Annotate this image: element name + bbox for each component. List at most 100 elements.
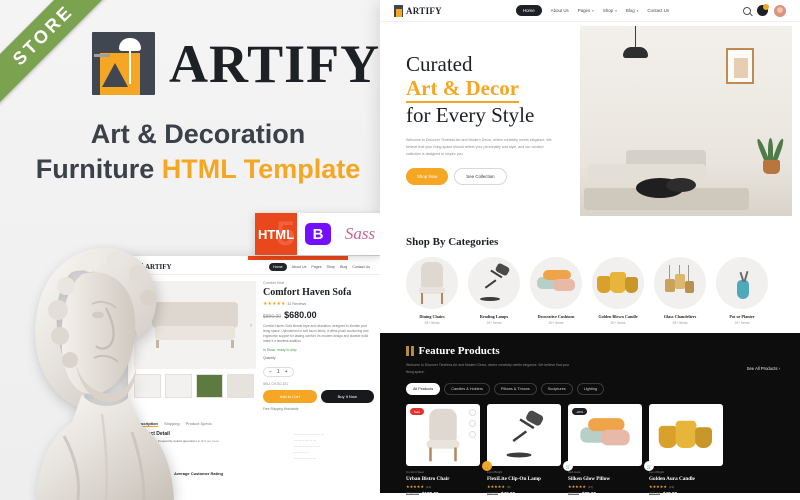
qty-increment-icon[interactable]: + — [285, 369, 288, 375]
stars: ★★★★★ — [487, 484, 505, 490]
thumbnail[interactable] — [196, 374, 223, 398]
product-rating: ★★★★★ (12) — [406, 484, 480, 489]
pendant-lamp-illustration — [623, 47, 648, 58]
product-title: FlexiLite Clip-On Lamp — [487, 476, 541, 483]
category-decorative-cushions[interactable]: Decorative Cushions 20+ Items — [530, 257, 582, 325]
feature-heading-row: Feature Products — [406, 345, 800, 357]
mockup-qty-stepper[interactable]: − 1 + — [263, 366, 294, 377]
product-card[interactable]: Sale Comfort Seat Urban Bistro Chair ★★★… — [406, 404, 480, 496]
nav-label: Contact Us — [647, 8, 670, 13]
product-rating: ★★★★★ (19) — [649, 484, 723, 489]
nav-item-about-us[interactable]: About Us — [551, 8, 569, 13]
cart-icon[interactable] — [757, 4, 769, 16]
product-price: $55.00 $39.00 — [568, 491, 642, 496]
product-quick-actions — [469, 409, 476, 439]
nav-item-pages[interactable]: Pages ▾ — [578, 8, 594, 13]
site-logo[interactable]: ARTIFY — [394, 4, 442, 17]
mockup-nav-about[interactable]: About Us — [292, 265, 307, 269]
hero-paragraph: Welcome to Discover Timeless Art and Mod… — [406, 137, 552, 157]
marble-bust-illustration — [35, 247, 174, 500]
user-avatar[interactable] — [774, 4, 786, 17]
mockup-product-info: Comfort Seat Comfort Haven Sofa ★★★★★ 32 … — [263, 281, 374, 411]
product-card[interactable]: 🛒 Lumi Bright FlexiLite Clip-On Lamp ★★★… — [482, 404, 561, 497]
mockup-add-to-cart-button[interactable]: Add to Cart — [263, 389, 317, 403]
filter-all-products[interactable]: All Products — [406, 383, 441, 396]
current-price: $40.00 — [663, 491, 678, 497]
chair-illustration — [424, 409, 462, 462]
thumbnail[interactable] — [227, 374, 254, 398]
mockup-sku: SKU: CH-SO-101 — [263, 381, 288, 386]
site-header: ARTIFY Home About Us Pages ▾ Shop ▾ Blog ▾ … — [380, 0, 800, 22]
chandelier-icon — [665, 265, 695, 301]
mockup-buy-now-button[interactable]: Buy It Now — [320, 389, 374, 403]
bootstrap-letter: B — [305, 223, 331, 245]
nav-label: Shop — [602, 8, 614, 13]
plant-illustration — [755, 128, 786, 174]
see-all-products-link[interactable]: See All Products › — [747, 366, 780, 371]
product-price: $65.00 $40.00 — [649, 491, 723, 496]
review-count: (27) — [587, 485, 594, 490]
shop-now-button[interactable]: Shop Now — [406, 168, 449, 186]
gallery-next-icon[interactable]: › — [250, 323, 252, 329]
filter-candles-holders[interactable]: Candles & Holders — [444, 383, 490, 396]
nav-item-home[interactable]: Home — [515, 5, 542, 16]
product-image: -20% 🛒 — [563, 404, 642, 472]
mockup-stock-status: In Stock, ready to ship — [263, 347, 297, 352]
filter-pillows-throws[interactable]: Pillows & Throws — [493, 383, 537, 396]
category-pot-or-planter[interactable]: Pot or Planter 20+ Items — [716, 257, 768, 325]
product-image: Sale — [406, 404, 480, 467]
qty-decrement-icon[interactable]: − — [269, 369, 272, 375]
category-reading-lamps[interactable]: Reading Lamps 20+ Items — [468, 257, 520, 325]
category-count: 20+ Items — [672, 321, 688, 325]
compare-icon[interactable] — [469, 431, 476, 439]
tagline-furniture: Furniture — [35, 153, 162, 184]
product-card[interactable]: 🛒 Lumi Bright Golden Aura Candle ★★★★★ (1… — [644, 404, 723, 496]
mockup-nav-pages[interactable]: Pages — [311, 265, 321, 269]
lamp-illustration — [503, 409, 546, 460]
tab-product-specs[interactable]: Product Specs — [186, 421, 212, 427]
wishlist-icon[interactable] — [469, 409, 476, 417]
quick-view-icon[interactable] — [469, 420, 476, 428]
nav-item-contact-us[interactable]: Contact Us — [647, 8, 669, 13]
old-price: $260.00 — [406, 492, 419, 497]
chevron-down-icon: ▾ — [636, 8, 639, 13]
mockup-product-title: Comfort Haven Sofa — [263, 287, 352, 298]
artify-logo-icon — [92, 32, 155, 95]
category-glass-chandeliers[interactable]: Glass Chandeliers 20+ Items — [654, 257, 706, 325]
filter-lighting[interactable]: Lighting — [576, 383, 605, 396]
mockup-nav-blog[interactable]: Blog — [340, 265, 347, 269]
search-icon[interactable] — [743, 6, 751, 15]
brand-lockup: ARTIFY — [92, 32, 380, 95]
category-dining-chairs[interactable]: Dining Chairs 20+ Items — [406, 257, 458, 325]
see-collection-button[interactable]: See Collection — [454, 168, 507, 186]
filter-sculptures[interactable]: Sculptures — [540, 383, 573, 396]
cushion-icon — [535, 267, 577, 299]
feature-heading: Feature Products — [418, 345, 500, 357]
category-count: 20+ Items — [548, 321, 564, 325]
see-all-label: See All Products — [746, 366, 778, 371]
mockup-reviews: 32 Reviews — [287, 302, 306, 306]
sass-logo-icon: Sass — [339, 213, 380, 255]
product-title: Urban Bistro Chair — [406, 476, 450, 483]
category-golden-blown-candle[interactable]: Golden Blown Candle 20+ Items — [592, 257, 644, 325]
artify-logo-icon — [394, 4, 403, 17]
candle-illustration — [657, 416, 714, 455]
tagline-line-2: Furniture HTML Template — [22, 152, 374, 187]
feature-subtitle: Welcome to Discover Timeless Art and Mod… — [406, 363, 570, 375]
category-name: Reading Lamps — [479, 314, 509, 319]
category-thumb — [468, 257, 520, 309]
nav-item-blog[interactable]: Blog ▾ — [626, 8, 639, 13]
stars: ★★★★★ — [649, 484, 667, 490]
mockup-nav-contact[interactable]: Contact Us — [352, 265, 370, 269]
old-price: $65.00 — [649, 492, 660, 497]
product-rating: ★★★★★ (8) — [487, 484, 561, 489]
tech-logo-strip: 5 HTML B Sass — [255, 213, 380, 255]
product-card[interactable]: -20% 🛒 Soft Aura Silken Glow Pillow ★★★★… — [563, 404, 642, 496]
mockup-nav-home[interactable]: Home — [269, 263, 287, 271]
nav-item-shop[interactable]: Shop ▾ — [603, 8, 617, 13]
mockup-nav-shop[interactable]: Shop — [327, 265, 335, 269]
mockup-cta-row: Add to Cart Buy It Now — [263, 389, 374, 403]
mockup-shipping-note: Free Shipping Worldwide — [263, 406, 299, 411]
category-count: 20+ Items — [424, 321, 440, 325]
current-price: $42.00 — [501, 491, 516, 497]
